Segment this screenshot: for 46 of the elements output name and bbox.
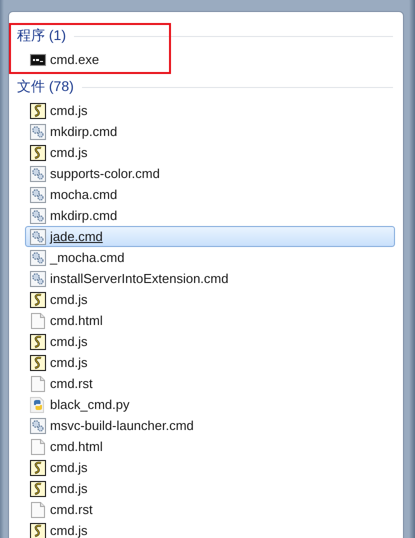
blank-document-icon bbox=[31, 376, 45, 392]
script-icon bbox=[30, 354, 46, 370]
blank-document-icon bbox=[31, 438, 45, 454]
file-item[interactable]: mkdirp.cmd bbox=[25, 121, 395, 142]
console-icon bbox=[30, 54, 46, 66]
file-item[interactable]: cmd.rst bbox=[25, 373, 395, 394]
file-item[interactable]: installServerIntoExtension.cmd bbox=[25, 268, 395, 289]
section-heading: 文件 (78) bbox=[17, 78, 74, 96]
gear-document-icon bbox=[30, 186, 46, 202]
file-item[interactable]: mocha.cmd bbox=[25, 184, 395, 205]
section-heading: 程序 (1) bbox=[17, 27, 66, 45]
blank-document-icon bbox=[31, 502, 45, 518]
file-item[interactable]: cmd.js bbox=[25, 289, 395, 310]
file-item[interactable]: cmd.exe bbox=[25, 49, 395, 70]
script-icon bbox=[30, 292, 46, 308]
file-item[interactable]: cmd.rst bbox=[25, 499, 395, 520]
script-icon bbox=[30, 460, 46, 476]
file-item[interactable]: cmd.js bbox=[25, 142, 395, 163]
file-item[interactable]: jade.cmd bbox=[25, 226, 395, 247]
file-item[interactable]: supports-color.cmd bbox=[25, 163, 395, 184]
gear-document-icon bbox=[30, 418, 46, 434]
script-icon bbox=[30, 102, 46, 118]
script-icon bbox=[30, 334, 46, 350]
gear-document-icon bbox=[30, 250, 46, 266]
gear-document-icon bbox=[30, 270, 46, 286]
python-file-icon bbox=[30, 396, 46, 412]
file-item[interactable]: cmd.js bbox=[25, 100, 395, 121]
file-item[interactable]: black_cmd.py bbox=[25, 394, 395, 415]
file-item[interactable]: _mocha.cmd bbox=[25, 247, 395, 268]
gear-document-icon bbox=[30, 208, 46, 224]
file-item[interactable]: cmd.html bbox=[25, 436, 395, 457]
file-item[interactable]: cmd.js bbox=[25, 520, 395, 538]
file-item[interactable]: cmd.html bbox=[25, 310, 395, 331]
blank-document-icon bbox=[31, 312, 45, 328]
gear-document-icon bbox=[30, 124, 46, 140]
file-item[interactable]: msvc-build-launcher.cmd bbox=[25, 415, 395, 436]
file-item[interactable]: mkdirp.cmd bbox=[25, 205, 395, 226]
file-item[interactable]: cmd.js bbox=[25, 331, 395, 352]
file-item[interactable]: cmd.js bbox=[25, 478, 395, 499]
script-icon bbox=[30, 522, 46, 538]
file-item[interactable]: cmd.js bbox=[25, 457, 395, 478]
script-icon bbox=[30, 144, 46, 160]
script-icon bbox=[30, 480, 46, 496]
gear-document-icon bbox=[30, 166, 46, 182]
file-item[interactable]: cmd.js bbox=[25, 352, 395, 373]
gear-document-icon bbox=[30, 228, 46, 244]
